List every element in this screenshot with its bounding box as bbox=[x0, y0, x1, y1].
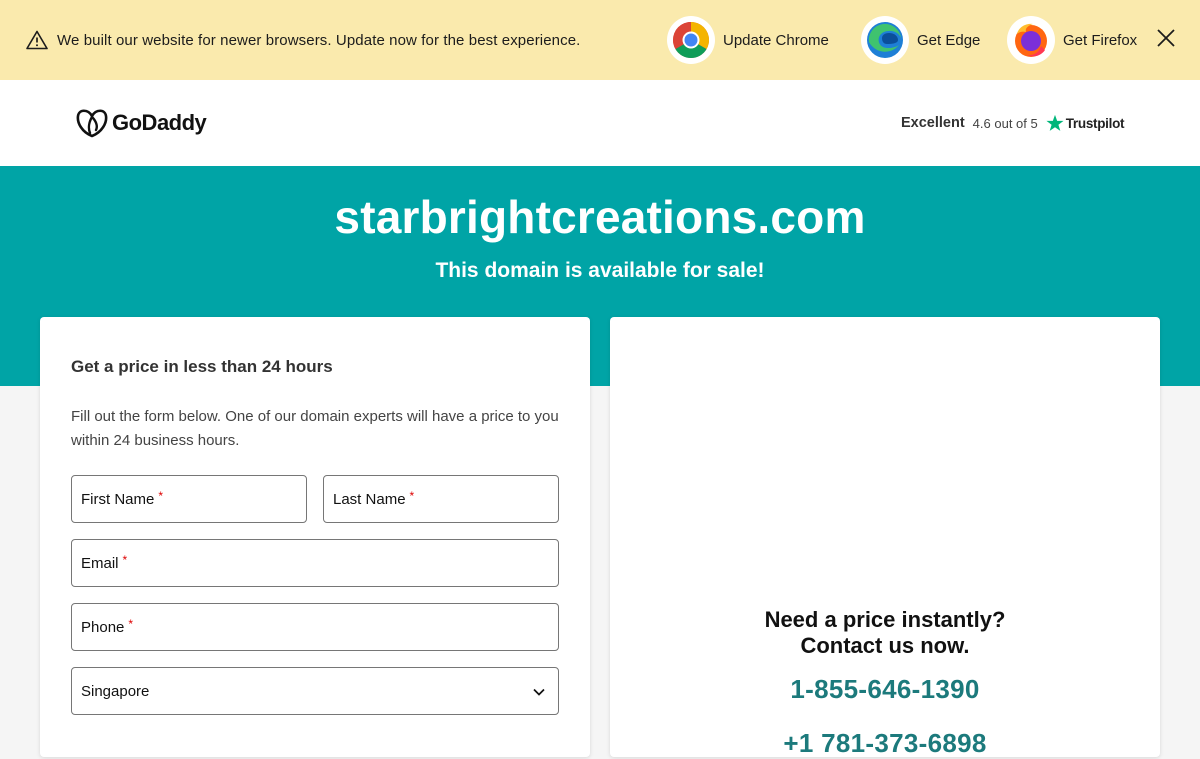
banner-message: We built our website for newer browsers.… bbox=[57, 32, 581, 49]
country-select[interactable]: Singapore bbox=[71, 667, 559, 715]
required-mark: * bbox=[122, 553, 128, 567]
phone-number-link-intl[interactable]: +1 781-373-6898 bbox=[610, 728, 1160, 759]
update-chrome-button[interactable]: Update Chrome bbox=[667, 16, 829, 64]
required-mark: * bbox=[158, 489, 164, 503]
form-title: Get a price in less than 24 hours bbox=[71, 357, 333, 376]
close-banner-icon[interactable] bbox=[1155, 27, 1177, 49]
get-firefox-button[interactable]: Get Firefox bbox=[1007, 16, 1137, 64]
get-edge-label: Get Edge bbox=[917, 31, 981, 49]
trustpilot-brand: Trustpilot bbox=[1065, 115, 1125, 131]
get-edge-button[interactable]: Get Edge bbox=[861, 16, 980, 64]
phone-number-link[interactable]: 1-855-646-1390 bbox=[610, 674, 1160, 705]
contact-heading: Need a price instantly? Contact us now. bbox=[610, 607, 1160, 659]
trustpilot-excellent: Excellent bbox=[901, 115, 965, 131]
godaddy-logo-icon bbox=[76, 109, 108, 138]
phone-label: Phone bbox=[81, 618, 125, 636]
chrome-icon bbox=[667, 16, 715, 64]
for-sale-subtitle: This domain is available for sale! bbox=[435, 259, 765, 282]
contact-line-1: Need a price instantly? bbox=[764, 607, 1006, 632]
trustpilot-star-icon bbox=[1046, 114, 1064, 131]
warning-icon bbox=[26, 30, 48, 50]
email-label: Email bbox=[81, 554, 119, 572]
firefox-icon bbox=[1007, 16, 1055, 64]
form-description: Fill out the form below. One of our doma… bbox=[71, 408, 559, 449]
last-name-field[interactable]: Last Name * bbox=[323, 475, 559, 523]
chevron-down-icon bbox=[533, 688, 545, 696]
email-field[interactable]: Email * bbox=[71, 539, 559, 587]
godaddy-logo[interactable]: GoDaddy bbox=[76, 108, 207, 138]
last-name-label: Last Name bbox=[333, 490, 406, 508]
update-chrome-label: Update Chrome bbox=[723, 31, 829, 49]
domain-name: starbrightcreations.com bbox=[334, 191, 866, 243]
first-name-field[interactable]: First Name * bbox=[71, 475, 307, 523]
required-mark: * bbox=[128, 617, 134, 631]
edge-icon bbox=[861, 16, 909, 64]
godaddy-wordmark: GoDaddy bbox=[112, 110, 207, 135]
required-mark: * bbox=[409, 489, 415, 503]
country-value: Singapore bbox=[81, 682, 150, 700]
trustpilot-score: 4.6 out of 5 bbox=[972, 115, 1038, 131]
trustpilot-rating[interactable]: Excellent 4.6 out of 5 Trustpilot bbox=[901, 114, 1125, 132]
get-firefox-label: Get Firefox bbox=[1063, 31, 1138, 49]
first-name-label: First Name bbox=[81, 490, 155, 508]
phone-field[interactable]: Phone * bbox=[71, 603, 559, 651]
contact-line-2: Contact us now. bbox=[800, 633, 970, 658]
